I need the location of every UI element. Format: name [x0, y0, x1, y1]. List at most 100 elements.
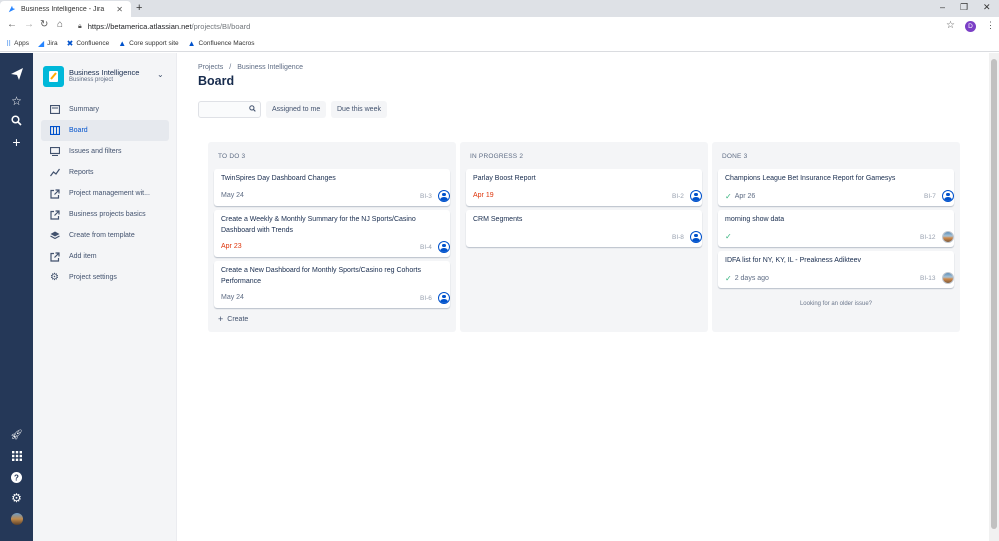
reports-icon: [49, 167, 60, 178]
forward-icon[interactable]: →: [24, 19, 34, 30]
sidebar-item-board[interactable]: Board: [41, 120, 169, 141]
card-due-date: Apr 19: [473, 192, 494, 199]
bookmark-confluence-macros[interactable]: ▲ Confluence Macros: [188, 39, 255, 48]
issue-card[interactable]: morning show data ✓ BI-12: [718, 210, 954, 247]
sidebar-item-add-item[interactable]: Add item: [41, 246, 169, 267]
assignee-avatar[interactable]: [438, 190, 450, 202]
close-tab-icon[interactable]: ✕: [116, 5, 123, 14]
create-issue-button[interactable]: + Create: [218, 314, 248, 324]
filter-due-this-week[interactable]: Due this week: [331, 101, 387, 118]
board-column-in-progress: IN PROGRESS 2 Parlay Boost Report Apr 19…: [460, 142, 708, 332]
profile-avatar[interactable]: D: [965, 21, 976, 32]
issue-card[interactable]: IDFA list for NY, KY, IL - Preakness Adi…: [718, 251, 954, 288]
browser-tab[interactable]: Business Intelligence - Jira ✕: [0, 1, 131, 17]
sidebar-item-label: Board: [69, 127, 88, 134]
assignee-avatar[interactable]: [690, 231, 702, 243]
jira-logo-icon[interactable]: [0, 67, 33, 83]
create-label: Create: [227, 315, 249, 323]
issue-card[interactable]: Parlay Boost Report Apr 19 BI-2: [466, 169, 702, 206]
sidebar-item-create-template[interactable]: Create from template: [41, 225, 169, 246]
sidebar-item-label: Business projects basics: [69, 211, 146, 218]
card-title: Parlay Boost Report: [473, 175, 536, 182]
bookmark-confluence[interactable]: ✖ Confluence: [67, 39, 110, 48]
card-title: morning show data: [725, 216, 785, 223]
settings-gear-icon[interactable]: ⚙: [0, 491, 33, 505]
assignee-avatar[interactable]: [942, 272, 954, 284]
issue-card[interactable]: TwinSpires Day Dashboard Changes May 24 …: [214, 169, 450, 206]
browser-menu-icon[interactable]: ⋮: [986, 20, 995, 31]
bookmark-star-icon[interactable]: ☆: [946, 20, 955, 31]
sidebar-item-reports[interactable]: Reports: [41, 162, 169, 183]
search-input[interactable]: [199, 102, 247, 117]
card-due-date: May 24: [221, 294, 244, 301]
new-tab-icon[interactable]: +: [136, 2, 142, 14]
assignee-avatar[interactable]: [438, 292, 450, 304]
help-icon[interactable]: ?: [0, 472, 33, 485]
browser-tab-bar: Business Intelligence - Jira ✕ + – ❐ ✕: [0, 0, 999, 17]
window-close-icon[interactable]: ✕: [983, 2, 991, 13]
chevron-down-icon[interactable]: ⌄: [157, 70, 164, 79]
svg-text:?: ?: [14, 473, 19, 482]
assignee-avatar[interactable]: [438, 241, 450, 253]
sidebar-item-label: Reports: [69, 169, 94, 176]
page-scrollbar[interactable]: [989, 53, 999, 541]
app-switcher-icon[interactable]: [0, 451, 33, 463]
issue-key: BI-13: [920, 275, 936, 282]
summary-icon: [49, 104, 60, 115]
add-item-icon: [49, 251, 60, 262]
breadcrumb-projects[interactable]: Projects: [198, 64, 223, 71]
issue-card[interactable]: Champions League Bet Insurance Report fo…: [718, 169, 954, 206]
assignee-avatar[interactable]: [690, 190, 702, 202]
project-avatar[interactable]: [43, 66, 64, 87]
card-due-date: May 24: [221, 192, 244, 199]
browser-tab-title: Business Intelligence - Jira: [21, 5, 105, 13]
issue-key: BI-12: [920, 234, 936, 241]
minimize-icon[interactable]: –: [940, 2, 945, 12]
starred-icon[interactable]: ☆: [0, 94, 33, 108]
rocket-icon[interactable]: 🚀︎: [0, 430, 33, 441]
plus-icon: +: [218, 314, 224, 324]
bookmark-label: Confluence Macros: [198, 40, 255, 47]
user-avatar[interactable]: [0, 513, 33, 525]
issue-card[interactable]: Create a New Dashboard for Monthly Sport…: [214, 261, 450, 308]
card-title: Champions League Bet Insurance Report fo…: [725, 175, 896, 182]
date-text: Apr 26: [734, 193, 756, 200]
sidebar-item-project-settings[interactable]: ⚙ Project settings: [41, 267, 169, 288]
maximize-icon[interactable]: ❐: [960, 2, 968, 13]
bookmark-core-support[interactable]: ▲ Core support site: [118, 39, 178, 48]
sidebar-item-issues[interactable]: Issues and filters: [41, 141, 169, 162]
back-icon[interactable]: ←: [7, 19, 17, 30]
url-text: https://betamerica.atlassian.net/project…: [87, 22, 251, 31]
filter-assigned-to-me[interactable]: Assigned to me: [266, 101, 327, 118]
project-name[interactable]: Business Intelligence: [69, 68, 139, 77]
search-icon[interactable]: [0, 115, 33, 128]
sidebar-item-business-basics[interactable]: Business projects basics: [41, 204, 169, 225]
sidebar-item-project-management[interactable]: Project management wit...: [41, 183, 169, 204]
sidebar-item-label: Summary: [69, 106, 99, 113]
bookmark-label: Apps: [14, 40, 29, 47]
sidebar-item-label: Add item: [69, 253, 97, 260]
card-due-date: ✓ 2 days ago: [725, 274, 769, 283]
issue-card[interactable]: Create a Weekly & Monthly Summary for th…: [214, 210, 450, 257]
project-type: Business project: [69, 77, 114, 83]
assignee-avatar[interactable]: [942, 231, 954, 243]
create-icon[interactable]: +: [0, 134, 33, 150]
confluence-icon: ✖: [66, 39, 74, 48]
card-title: TwinSpires Day Dashboard Changes: [221, 175, 336, 182]
bookmark-jira[interactable]: ◢ Jira: [38, 39, 58, 48]
column-header: IN PROGRESS 2: [470, 153, 524, 160]
reload-icon[interactable]: ↻: [40, 19, 48, 30]
bookmark-apps[interactable]: ⠿ Apps: [6, 40, 29, 48]
sidebar-item-label: Project management wit...: [69, 190, 150, 197]
breadcrumb-project[interactable]: Business Intelligence: [237, 64, 303, 71]
assignee-avatar[interactable]: [942, 190, 954, 202]
scrollbar-thumb[interactable]: [991, 59, 997, 529]
sidebar-item-summary[interactable]: Summary: [41, 99, 169, 120]
issue-card[interactable]: CRM Segments BI-8: [466, 210, 702, 247]
older-issue-link[interactable]: Looking for an older issue?: [712, 301, 960, 307]
card-title: Create a New Dashboard for Monthly Sport…: [221, 267, 421, 285]
board-search-box: [198, 101, 261, 118]
address-bar[interactable]: 🔒︎ https://betamerica.atlassian.net/proj…: [74, 19, 964, 34]
external-link-icon: [49, 188, 60, 199]
home-icon[interactable]: ⌂: [57, 19, 63, 30]
